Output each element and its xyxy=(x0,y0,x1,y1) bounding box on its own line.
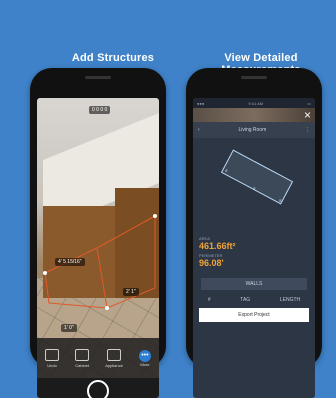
plan-dimension-label: 3' xyxy=(253,186,256,191)
shutter-button[interactable] xyxy=(87,380,109,398)
toolbar-undo-button[interactable]: Undo xyxy=(45,348,60,368)
area-value: 461.66ft² xyxy=(199,241,236,251)
appliance-icon xyxy=(107,348,122,361)
toolbar-cabinet-button[interactable]: Cabinet xyxy=(75,348,90,368)
col-tag: TAG xyxy=(240,297,251,303)
plan-dimension-label: 5' xyxy=(279,198,282,203)
cabinet-icon xyxy=(75,348,90,361)
room-stats: AREA 461.66ft² PERIMETER 96.08' xyxy=(199,236,236,270)
structure-toolbar: Undo Cabinet Appliance ••• More xyxy=(37,338,159,378)
speaker xyxy=(241,76,267,79)
more-icon: ••• xyxy=(138,349,151,362)
toolbar-more-button[interactable]: ••• More xyxy=(138,349,151,367)
undo-icon xyxy=(45,348,60,361)
right-phone: ●●● 9:41 AM ▭ × ‹ Living Room ⋮ 4' 3' 5'… xyxy=(186,68,322,398)
toolbar-appliance-button[interactable]: Appliance xyxy=(105,348,123,368)
signal-icon: ●●● xyxy=(197,100,205,106)
left-phone: 0 0 0 0 4' 5 15/16" 2' 1" 1' 0" Undo Cab… xyxy=(30,68,166,398)
close-icon[interactable]: × xyxy=(304,108,311,122)
export-project-button[interactable]: Export Project xyxy=(199,308,309,322)
measurement-label-height: 2' 1" xyxy=(123,288,139,296)
caption-add-structures: Add Structures xyxy=(71,52,155,64)
perimeter-value: 96.08' xyxy=(199,258,224,268)
speaker xyxy=(85,76,111,79)
measurements-screen: ●●● 9:41 AM ▭ × ‹ Living Room ⋮ 4' 3' 5'… xyxy=(193,98,315,398)
room-title: Living Room xyxy=(238,127,267,133)
floor-plan-view[interactable]: 4' 3' 5' xyxy=(193,138,315,238)
walls-table-header: # TAG LENGTH xyxy=(193,294,315,306)
room-photo-strip: × xyxy=(193,108,315,122)
col-number: # xyxy=(207,297,211,303)
walls-tab[interactable]: WALLS xyxy=(201,278,307,290)
col-length: LENGTH xyxy=(279,297,301,303)
nav-bar: ‹ Living Room ⋮ xyxy=(193,122,315,138)
floor-plan-shape xyxy=(220,149,294,205)
battery-icon: ▭ xyxy=(307,100,311,106)
options-icon[interactable]: ⋮ xyxy=(305,127,310,133)
status-bar: ●●● 9:41 AM ▭ xyxy=(193,98,315,108)
measurement-overlay xyxy=(43,214,157,310)
ar-camera-screen[interactable]: 0 0 0 0 4' 5 15/16" 2' 1" 1' 0" Undo Cab… xyxy=(37,98,159,398)
measurement-label-depth: 1' 0" xyxy=(61,324,77,332)
top-chip: 0 0 0 0 xyxy=(89,106,111,114)
measurement-label-length: 4' 5 15/16" xyxy=(55,258,85,266)
plan-dimension-label: 4' xyxy=(225,168,228,173)
back-chevron-icon[interactable]: ‹ xyxy=(198,127,200,133)
status-time: 9:41 AM xyxy=(248,100,264,106)
